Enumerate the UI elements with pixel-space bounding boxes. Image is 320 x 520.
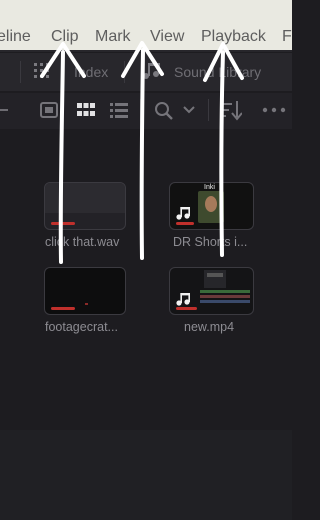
clip-progress-bar bbox=[176, 222, 194, 225]
grid-view-icon[interactable] bbox=[77, 102, 95, 118]
toolbar-divider bbox=[20, 61, 21, 83]
search-icon[interactable] bbox=[154, 101, 174, 121]
more-options-icon[interactable] bbox=[262, 107, 286, 113]
music-note-icon bbox=[176, 293, 190, 306]
media-thumbnail[interactable] bbox=[44, 267, 126, 315]
collapse-bar[interactable] bbox=[0, 109, 8, 111]
thumbnail-view-icon[interactable] bbox=[40, 102, 58, 118]
media-name[interactable]: click that.wav bbox=[45, 235, 119, 250]
subbar-divider bbox=[140, 99, 141, 121]
face-shape bbox=[205, 196, 217, 212]
frame-detail bbox=[207, 273, 223, 277]
timeline-track bbox=[200, 295, 250, 298]
thumbnail-caption: Inki bbox=[204, 184, 215, 191]
video-frame-image bbox=[204, 270, 226, 288]
menu-fusion[interactable]: F bbox=[282, 26, 292, 48]
media-thumbnail[interactable] bbox=[44, 182, 126, 230]
menu-bar: eline Clip Mark View Playback F bbox=[0, 0, 292, 52]
spark-dot bbox=[85, 303, 88, 305]
sort-icon[interactable] bbox=[220, 101, 242, 121]
menu-timeline[interactable]: eline bbox=[0, 26, 31, 48]
music-note-icon[interactable] bbox=[142, 62, 160, 80]
timeline-track bbox=[200, 300, 250, 303]
music-note-icon bbox=[176, 207, 190, 220]
media-name[interactable]: new.mp4 bbox=[184, 320, 234, 335]
list-view-icon[interactable] bbox=[110, 102, 128, 118]
menu-mark[interactable]: Mark bbox=[95, 26, 131, 48]
subbar-divider bbox=[208, 99, 209, 121]
video-frame-image bbox=[198, 191, 224, 223]
sound-library-label[interactable]: Sound Library bbox=[174, 63, 261, 81]
clip-progress-bar bbox=[51, 307, 75, 310]
index-icon[interactable] bbox=[34, 63, 50, 79]
chevron-down-icon[interactable] bbox=[183, 106, 195, 114]
timeline-track bbox=[200, 290, 250, 293]
menu-view[interactable]: View bbox=[150, 26, 184, 48]
media-name[interactable]: DR Shorts i... bbox=[173, 235, 247, 250]
media-pool-empty-area bbox=[0, 430, 292, 520]
toolbar-divider bbox=[124, 61, 125, 83]
clip-progress-bar bbox=[176, 307, 197, 310]
media-thumbnail[interactable] bbox=[169, 267, 254, 315]
menu-playback[interactable]: Playback bbox=[201, 26, 266, 48]
audio-thumbnail-fill bbox=[45, 183, 125, 213]
index-label[interactable]: Index bbox=[74, 63, 108, 81]
clip-progress-bar bbox=[51, 222, 75, 225]
menu-clip[interactable]: Clip bbox=[51, 26, 79, 48]
media-name[interactable]: footagecrat... bbox=[45, 320, 118, 335]
